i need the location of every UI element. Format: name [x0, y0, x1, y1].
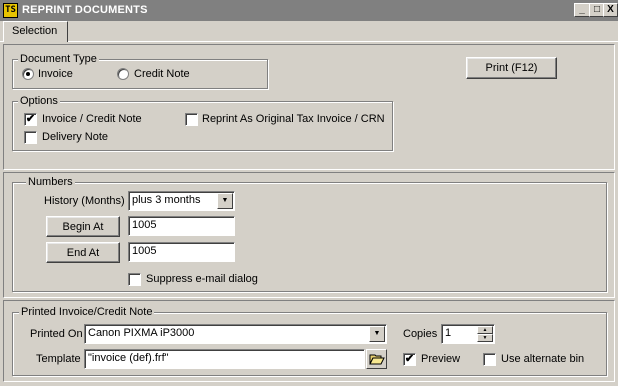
alternate-bin-checkbox[interactable] — [483, 353, 496, 366]
printer-dropdown-button[interactable]: ▼ — [369, 326, 385, 342]
print-button[interactable]: Print (F12) — [466, 57, 557, 79]
history-months-select[interactable]: plus 3 months ▼ — [128, 191, 235, 211]
alternate-bin-label: Use alternate bin — [501, 353, 585, 365]
credit-note-radio-label: Credit Note — [134, 68, 190, 80]
arrow-up-icon: ▲ — [482, 327, 488, 333]
end-at-value: 1005 — [132, 245, 157, 257]
end-at-button[interactable]: End At — [46, 242, 120, 263]
invoice-credit-checkbox[interactable]: ✔ — [24, 113, 37, 126]
tab-selection[interactable]: Selection — [3, 21, 68, 42]
arrow-down-icon: ▼ — [482, 335, 488, 341]
print-button-label: Print (F12) — [485, 62, 538, 74]
begin-at-button-label: Begin At — [62, 221, 104, 233]
history-months-value: plus 3 months — [132, 194, 201, 206]
template-browse-button[interactable] — [366, 349, 387, 369]
printed-on-label: Printed On — [30, 328, 83, 340]
history-dropdown-button[interactable]: ▼ — [217, 193, 233, 209]
delivery-note-label: Delivery Note — [42, 131, 109, 143]
template-label: Template — [36, 353, 81, 365]
delivery-note-checkbox[interactable] — [24, 131, 37, 144]
printer-select[interactable]: Canon PIXMA iP3000 ▼ — [84, 324, 387, 344]
options-title: Options — [18, 95, 60, 107]
invoice-radio[interactable] — [22, 68, 34, 80]
end-at-button-label: End At — [66, 247, 100, 259]
copies-label: Copies — [403, 328, 438, 340]
reprint-original-checkbox[interactable] — [185, 113, 198, 126]
printer-value: Canon PIXMA iP3000 — [88, 327, 195, 339]
copies-down-button[interactable]: ▼ — [477, 334, 493, 342]
tab-selection-label: Selection — [12, 25, 58, 37]
folder-open-icon — [369, 354, 385, 365]
template-value: "invoice (def).frf" — [88, 352, 169, 364]
document-type-title: Document Type — [18, 53, 99, 65]
options-group — [12, 101, 393, 151]
begin-at-value: 1005 — [132, 219, 157, 231]
end-at-input[interactable]: 1005 — [128, 242, 235, 262]
minimize-button[interactable]: _ — [574, 3, 590, 17]
app-icon: TS — [3, 3, 18, 18]
window-title: REPRINT DOCUMENTS — [22, 4, 148, 16]
invoice-radio-label: Invoice — [38, 68, 73, 80]
template-input[interactable]: "invoice (def).frf" — [84, 349, 365, 369]
chevron-down-icon: ▼ — [373, 330, 381, 337]
suppress-email-label: Suppress e-mail dialog — [146, 273, 258, 285]
copies-value: 1 — [445, 327, 452, 339]
printed-title: Printed Invoice/Credit Note — [19, 306, 155, 318]
history-months-label: History (Months) — [44, 195, 125, 207]
numbers-title: Numbers — [26, 176, 75, 188]
copies-stepper[interactable]: 1 ▲ ▼ — [441, 324, 495, 344]
copies-up-button[interactable]: ▲ — [477, 326, 493, 334]
begin-at-button[interactable]: Begin At — [46, 216, 120, 237]
chevron-down-icon: ▼ — [221, 197, 229, 204]
close-button[interactable]: X — [603, 3, 618, 17]
credit-note-radio[interactable] — [117, 68, 129, 80]
reprint-original-label: Reprint As Original Tax Invoice / CRN — [202, 113, 385, 125]
tab-strip-line — [0, 41, 618, 42]
preview-checkbox[interactable]: ✔ — [403, 353, 416, 366]
invoice-credit-label: Invoice / Credit Note — [42, 113, 142, 125]
begin-at-input[interactable]: 1005 — [128, 216, 235, 236]
suppress-email-checkbox[interactable] — [128, 273, 141, 286]
preview-label: Preview — [421, 353, 461, 365]
